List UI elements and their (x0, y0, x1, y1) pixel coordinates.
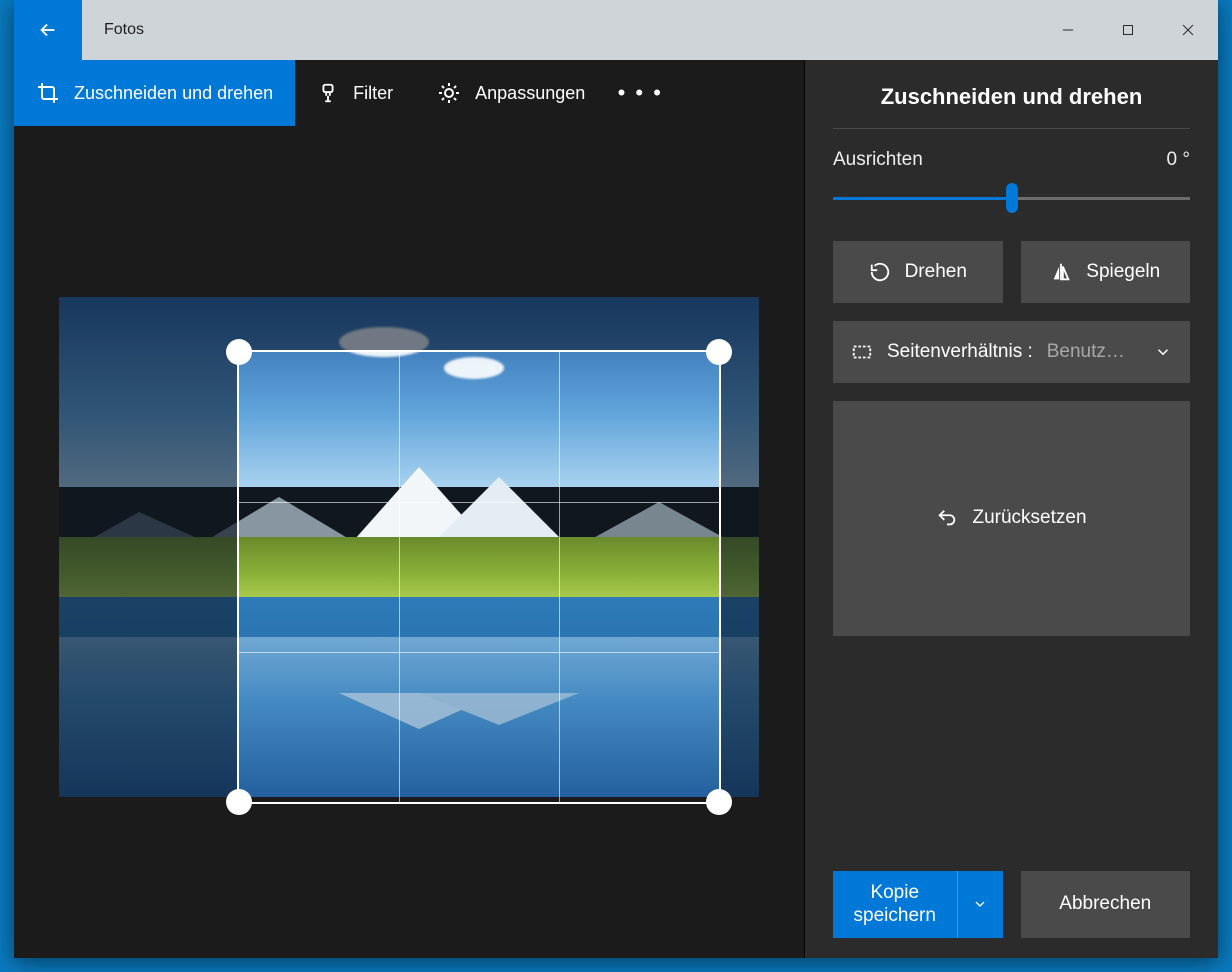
close-icon (1182, 24, 1194, 36)
panel-title: Zuschneiden und drehen (833, 84, 1190, 129)
grid-line (239, 652, 719, 653)
content-area: Zuschneiden und drehen Filter Anpassunge… (14, 60, 1218, 958)
tab-label: Filter (353, 83, 393, 104)
slider-thumb[interactable] (1006, 183, 1018, 213)
rotate-icon (869, 261, 891, 283)
editor-toolbar: Zuschneiden und drehen Filter Anpassunge… (14, 60, 804, 126)
maximize-icon (1122, 24, 1134, 36)
aspect-value: Benutz… (1047, 341, 1140, 363)
aspect-label: Seitenverhältnis : (887, 341, 1033, 363)
image-stage (59, 297, 759, 797)
button-label: Drehen (905, 261, 967, 283)
aspect-ratio-button[interactable]: Seitenverhältnis : Benutz… (833, 321, 1190, 383)
crop-handle-bottom-left[interactable] (226, 789, 252, 815)
back-button[interactable] (14, 0, 82, 60)
minimize-icon (1062, 24, 1074, 36)
straighten-slider[interactable] (833, 183, 1190, 213)
tab-label: Zuschneiden und drehen (74, 83, 273, 104)
crop-handle-top-left[interactable] (226, 339, 252, 365)
main-panel: Zuschneiden und drehen Filter Anpassunge… (14, 60, 804, 958)
straighten-label: Ausrichten (833, 149, 923, 171)
minimize-button[interactable] (1038, 0, 1098, 60)
button-label: Spiegeln (1086, 261, 1160, 283)
arrow-left-icon (37, 19, 59, 41)
window-title: Fotos (82, 0, 1038, 60)
save-dropdown-button[interactable] (957, 871, 1003, 939)
tab-filter[interactable]: Filter (295, 60, 415, 126)
rotate-button[interactable]: Drehen (833, 241, 1003, 303)
maximize-button[interactable] (1098, 0, 1158, 60)
grid-line (239, 502, 719, 503)
ellipsis-icon: • • • (618, 80, 663, 106)
brightness-icon (437, 81, 461, 105)
cancel-button[interactable]: Abbrechen (1021, 871, 1191, 939)
bottom-actions: Kopie speichern Abbrechen (833, 871, 1190, 939)
flip-icon (1050, 261, 1072, 283)
crop-icon (36, 81, 60, 105)
reset-button[interactable]: Zurücksetzen (833, 401, 1190, 636)
aspect-icon (851, 341, 873, 363)
save-copy-button[interactable]: Kopie speichern (833, 871, 957, 939)
title-bar: Fotos (14, 0, 1218, 60)
undo-icon (936, 507, 958, 529)
tab-label: Anpassungen (475, 83, 585, 104)
brush-icon (317, 82, 339, 104)
close-button[interactable] (1158, 0, 1218, 60)
button-label: Abbrechen (1059, 893, 1151, 915)
crop-handle-top-right[interactable] (706, 339, 732, 365)
chevron-down-icon (972, 896, 988, 912)
app-window: Fotos Zuschneiden und drehen (14, 0, 1218, 958)
crop-handle-bottom-right[interactable] (706, 789, 732, 815)
flip-button[interactable]: Spiegeln (1021, 241, 1191, 303)
side-panel: Zuschneiden und drehen Ausrichten 0 ° Dr… (804, 60, 1218, 958)
crop-preview (239, 352, 719, 802)
crop-rectangle[interactable] (239, 352, 719, 802)
button-label: Kopie speichern (847, 881, 943, 929)
more-button[interactable]: • • • (607, 60, 673, 126)
grid-line (399, 352, 400, 802)
tab-adjustments[interactable]: Anpassungen (415, 60, 607, 126)
tab-crop-rotate[interactable]: Zuschneiden und drehen (14, 60, 295, 126)
grid-line (559, 352, 560, 802)
button-label: Zurücksetzen (972, 507, 1086, 529)
window-controls (1038, 0, 1218, 60)
save-split-button: Kopie speichern (833, 871, 1003, 939)
straighten-section: Ausrichten 0 ° (833, 149, 1190, 213)
canvas-area (14, 126, 804, 958)
straighten-value: 0 ° (1167, 149, 1190, 171)
chevron-down-icon (1154, 343, 1172, 361)
